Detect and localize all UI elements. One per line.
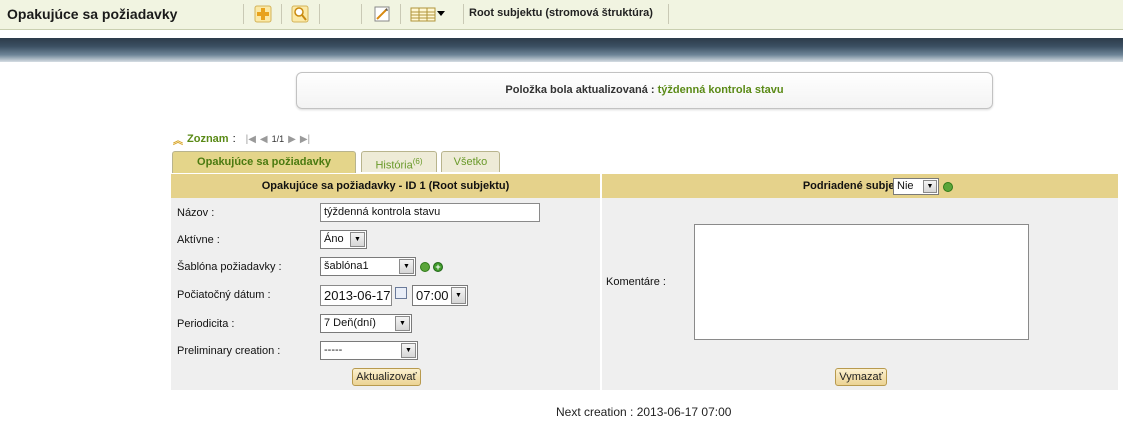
first-page-icon[interactable]: |◀ (246, 134, 256, 145)
header-band (0, 38, 1123, 62)
name-label: Názov : (177, 207, 215, 219)
chevron-up-icon[interactable]: ︽ (173, 132, 183, 147)
periodicity-select[interactable]: 7 Deň(dní) ▼ (320, 314, 412, 333)
preliminary-select[interactable]: ----- ▼ (320, 341, 418, 360)
notification-text: Položka bola aktualizovaná : (505, 84, 658, 96)
update-button[interactable]: Aktualizovať (352, 368, 421, 386)
toolbar-separator (668, 4, 669, 24)
chevron-down-icon: ▼ (923, 180, 937, 193)
comment-label: Komentáre : (606, 276, 666, 288)
next-creation-text: Next creation : 2013-06-17 07:00 (556, 405, 732, 419)
template-select[interactable]: šablóna1 ▼ (320, 257, 416, 276)
column-divider (600, 174, 602, 390)
delete-button[interactable]: Vymazať (835, 368, 887, 386)
notification-item: týždenná kontrola stavu (657, 84, 784, 96)
comment-textarea[interactable] (694, 224, 1029, 340)
periodicity-value: 7 Deň(dní) (324, 317, 376, 329)
search-icon[interactable] (291, 5, 309, 23)
table-view-icon[interactable] (410, 5, 446, 23)
tab-label: Všetko (453, 156, 488, 168)
toolbar-separator (400, 4, 401, 24)
list-link[interactable]: Zoznam (187, 133, 229, 145)
subordinate-value: Nie (897, 180, 914, 192)
add-icon[interactable]: + (433, 262, 443, 272)
page-count: 1/1 (271, 134, 285, 144)
preliminary-label: Preliminary creation : (177, 345, 281, 357)
root-subject-label[interactable]: Root subjektu (stromová štruktúra) (469, 7, 653, 19)
edit-panel: Opakujúce sa požiadavky - ID 1 (Root sub… (171, 174, 1118, 390)
top-toolbar: Opakujúce sa požiadavky Root subjektu (s… (0, 0, 1123, 30)
start-time-select[interactable]: 07:00 ▼ (412, 285, 468, 306)
preliminary-value: ----- (324, 344, 343, 356)
active-value: Áno (324, 233, 344, 245)
name-input[interactable]: týždenná kontrola stavu (320, 203, 540, 222)
toolbar-separator (463, 4, 464, 24)
page-title: Opakujúce sa požiadavky (7, 6, 178, 22)
form-header: Opakujúce sa požiadavky - ID 1 (Root sub… (171, 174, 600, 198)
periodicity-label: Periodicita : (177, 318, 235, 330)
subordinate-header: Podriadené subjekty : (602, 174, 1118, 198)
start-date-input[interactable]: 2013-06-17 (320, 285, 392, 306)
active-select[interactable]: Áno ▼ (320, 230, 367, 249)
chevron-down-icon: ▼ (451, 287, 466, 304)
tab-label: Opakujúce sa požiadavky (197, 156, 331, 168)
chevron-down-icon: ▼ (350, 232, 365, 247)
start-date-label: Počiatočný dátum : (177, 289, 271, 301)
toolbar-separator (243, 4, 244, 24)
calendar-icon[interactable] (395, 287, 407, 299)
tab-recurring-requests[interactable]: Opakujúce sa požiadavky (172, 151, 356, 173)
update-notification: Položka bola aktualizovaná : týždenná ko… (296, 72, 993, 109)
template-value: šablóna1 (324, 260, 369, 272)
template-label: Šablóna požiadavky : (177, 261, 282, 273)
toolbar-separator (319, 4, 320, 24)
chevron-down-icon: ▼ (401, 343, 416, 358)
last-page-icon[interactable]: ▶| (300, 134, 310, 145)
history-count-badge: (6) (412, 157, 423, 166)
tab-label: História (375, 159, 413, 172)
chevron-down-icon: ▼ (395, 316, 410, 331)
toolbar-separator (281, 4, 282, 24)
chevron-down-icon: ▼ (399, 259, 414, 274)
add-icon[interactable] (254, 5, 272, 23)
pager-colon: : (232, 133, 236, 145)
start-time-value: 07:00 (416, 288, 449, 303)
tab-history[interactable]: História(6) (361, 151, 437, 172)
toolbar-separator (361, 4, 362, 24)
edit-icon[interactable] (373, 5, 391, 23)
refresh-icon[interactable] (943, 182, 953, 192)
subordinate-select[interactable]: Nie ▼ (893, 178, 939, 195)
refresh-icon[interactable] (420, 262, 430, 272)
prev-page-icon[interactable]: ◀ (260, 134, 268, 145)
next-page-icon[interactable]: ▶ (288, 134, 296, 145)
active-label: Aktívne : (177, 234, 220, 246)
pager: ︽ Zoznam : |◀ ◀ 1/1 ▶ ▶| (173, 132, 310, 147)
tab-all[interactable]: Všetko (441, 151, 500, 172)
